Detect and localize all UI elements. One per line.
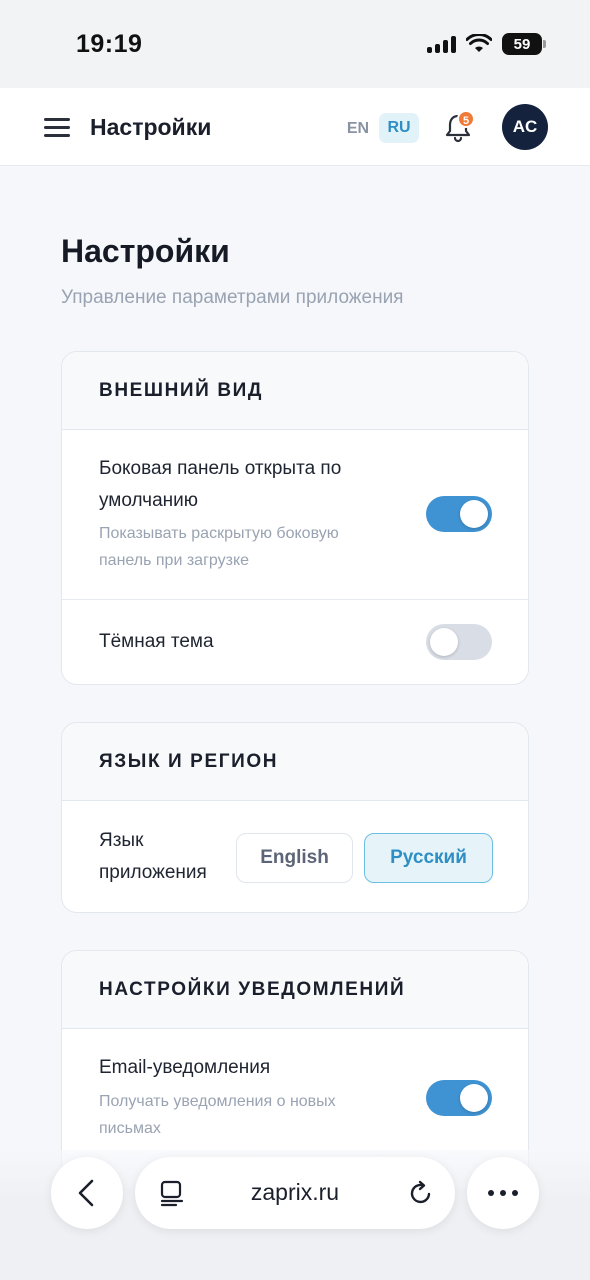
language-card: ЯЗЫК И РЕГИОН Язык приложения English Ру…	[61, 722, 529, 913]
ellipsis-icon	[488, 1190, 518, 1196]
email-notifications-toggle[interactable]	[426, 1080, 492, 1116]
page-subtitle: Управление параметрами приложения	[61, 287, 404, 308]
app-language-row: Язык приложения English Русский	[62, 801, 528, 912]
avatar[interactable]: AC	[502, 104, 548, 150]
dark-theme-label: Тёмная тема	[99, 631, 214, 652]
dark-theme-row: Тёмная тема	[62, 600, 528, 684]
appearance-header: ВНЕШНИЙ ВИД	[62, 352, 528, 430]
app-language-label: Язык приложения	[99, 830, 207, 883]
reload-icon[interactable]	[407, 1179, 435, 1207]
back-button[interactable]	[51, 1157, 123, 1229]
email-notifications-row: Email-уведомления Получать уведомления о…	[62, 1029, 528, 1169]
lang-ru-button[interactable]: RU	[379, 113, 419, 143]
sidebar-default-label: Боковая панель открыта по умолчанию	[99, 458, 342, 511]
signal-icon	[427, 35, 456, 53]
status-bar: 19:19 59	[0, 0, 590, 88]
sidebar-default-toggle[interactable]	[426, 496, 492, 532]
appbar-title: Настройки	[90, 114, 212, 140]
lang-en-button[interactable]: EN	[342, 116, 374, 142]
dark-theme-toggle[interactable]	[426, 624, 492, 660]
top-app-bar: Настройки EN RU 5 AC	[0, 88, 590, 166]
email-notifications-label: Email-уведомления	[99, 1057, 271, 1078]
page-title: Настройки	[61, 233, 230, 269]
wifi-icon	[466, 34, 492, 52]
language-option-english[interactable]: English	[236, 833, 353, 883]
more-options-button[interactable]	[467, 1157, 539, 1229]
address-bar[interactable]: zaprix.ru	[135, 1157, 455, 1229]
chevron-left-icon	[78, 1179, 94, 1207]
status-icons: 59	[427, 30, 546, 58]
language-option-russian[interactable]: Русский	[364, 833, 493, 883]
hamburger-menu-icon[interactable]	[44, 118, 70, 138]
notifications-header: НАСТРОЙКИ УВЕДОМЛЕНИЙ	[62, 951, 528, 1029]
sidebar-default-desc: Показывать раскрытую боковую панель при …	[99, 525, 339, 569]
language-header: ЯЗЫК И РЕГИОН	[62, 723, 528, 801]
battery-icon: 59	[502, 33, 546, 55]
sidebar-default-row: Боковая панель открыта по умолчанию Пока…	[62, 430, 528, 600]
notification-badge: 5	[457, 110, 475, 128]
appearance-card: ВНЕШНИЙ ВИД Боковая панель открыта по ум…	[61, 351, 529, 685]
email-notifications-desc: Получать уведомления о новых письмах	[99, 1093, 336, 1137]
status-time: 19:19	[76, 30, 143, 58]
